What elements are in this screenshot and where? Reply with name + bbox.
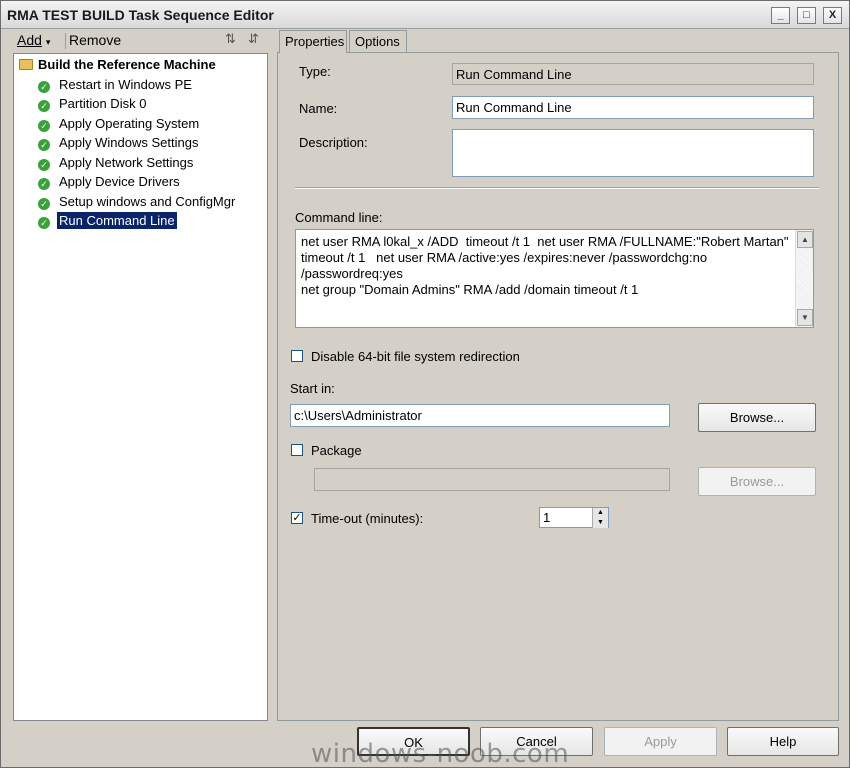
package-input [314,468,670,491]
tree-item-label: Setup windows and ConfigMgr [59,194,236,209]
check-icon: ✓ [38,81,50,93]
tree-item-label: Apply Network Settings [59,155,194,170]
tree-item[interactable]: ✓ Apply Windows Settings [38,135,200,153]
tree-item[interactable]: ✓ Apply Network Settings [38,155,195,173]
close-button[interactable]: X [823,7,842,24]
title-bar[interactable]: RMA TEST BUILD Task Sequence Editor _ □ … [1,1,849,29]
browse-start-in-button[interactable]: Browse... [698,403,816,432]
move-down-icon[interactable]: ⇵ [248,31,259,47]
browse-package-button[interactable]: Browse... [698,467,816,496]
add-menu-button[interactable]: Add ▾ [17,32,50,48]
name-input[interactable]: Run Command Line [452,96,814,119]
disable-64bit-label: Disable 64-bit file system redirection [311,349,520,364]
tree-item-label: Apply Windows Settings [59,135,199,150]
command-line-label: Command line: [295,210,383,225]
check-icon: ✓ [38,217,50,229]
spin-down-icon[interactable]: ▼ [592,518,608,528]
add-label: Add [17,32,42,48]
window-title: RMA TEST BUILD Task Sequence Editor [7,7,274,23]
description-label: Description: [299,135,368,150]
tree-toolbar: Add ▾ Remove ⇅ ⇵ [5,31,271,51]
move-up-icon[interactable]: ⇅ [225,31,236,47]
package-label: Package [311,443,362,458]
minimize-button[interactable]: _ [771,7,790,24]
folder-icon [19,59,33,70]
timeout-label: Time-out (minutes): [311,511,424,526]
command-line-text: net user RMA l0kal_x /ADD timeout /t 1 n… [301,234,789,297]
type-label: Type: [299,64,331,79]
watermark: windows-noob.com [311,739,570,768]
description-input[interactable] [452,129,814,177]
tree-item-label: Apply Operating System [59,116,200,131]
start-in-label: Start in: [290,381,335,396]
tree-item-selected[interactable]: ✓ Run Command Line [38,211,178,231]
help-button[interactable]: Help [727,727,839,756]
divider [295,187,819,189]
tree-item[interactable]: ✓ Apply Device Drivers [38,174,182,192]
timeout-checkbox[interactable]: ✓ [291,512,303,524]
package-checkbox[interactable] [291,444,303,456]
task-sequence-tree[interactable]: Build the Reference Machine ✓ Restart in … [13,53,268,721]
timeout-stepper[interactable]: 1 ▲ ▼ [539,507,609,528]
tree-root-label: Build the Reference Machine [38,57,216,72]
check-icon: ✓ [38,139,50,151]
check-icon: ✓ [38,159,50,171]
tree-item-label: Partition Disk 0 [59,96,147,111]
apply-button[interactable]: Apply [604,727,717,756]
tree-root-group[interactable]: Build the Reference Machine [19,57,216,75]
check-icon: ✓ [38,178,50,190]
tree-item-label: Restart in Windows PE [59,77,192,92]
start-in-input[interactable]: c:\Users\Administrator [290,404,670,427]
tree-item[interactable]: ✓ Restart in Windows PE [38,77,194,95]
toolbar-separator [65,33,66,49]
scroll-up-icon[interactable]: ▲ [797,231,813,248]
tree-item[interactable]: ✓ Setup windows and ConfigMgr [38,194,237,212]
tree-item[interactable]: ✓ Apply Operating System [38,116,201,134]
command-line-input[interactable]: net user RMA l0kal_x /ADD timeout /t 1 n… [295,229,814,328]
disable-64bit-checkbox[interactable] [291,350,303,362]
tree-item-label: Run Command Line [56,211,178,230]
check-icon: ✓ [38,100,50,112]
dropdown-arrow-icon: ▾ [45,37,51,47]
tab-properties[interactable]: Properties [279,30,347,53]
check-icon: ✓ [38,120,50,132]
tab-options[interactable]: Options [349,30,407,52]
remove-button[interactable]: Remove [69,32,121,48]
tree-item-label: Apply Device Drivers [59,174,180,189]
command-scrollbar[interactable]: ▲ ▼ [795,230,813,327]
timeout-value: 1 [543,510,551,525]
tree-item[interactable]: ✓ Partition Disk 0 [38,96,148,114]
maximize-button[interactable]: □ [797,7,816,24]
name-label: Name: [299,101,338,116]
task-sequence-editor-window: RMA TEST BUILD Task Sequence Editor _ □ … [0,0,850,768]
scroll-down-icon[interactable]: ▼ [797,309,813,326]
spin-up-icon[interactable]: ▲ [592,508,608,518]
type-field: Run Command Line [452,63,814,85]
check-icon: ✓ [38,198,50,210]
